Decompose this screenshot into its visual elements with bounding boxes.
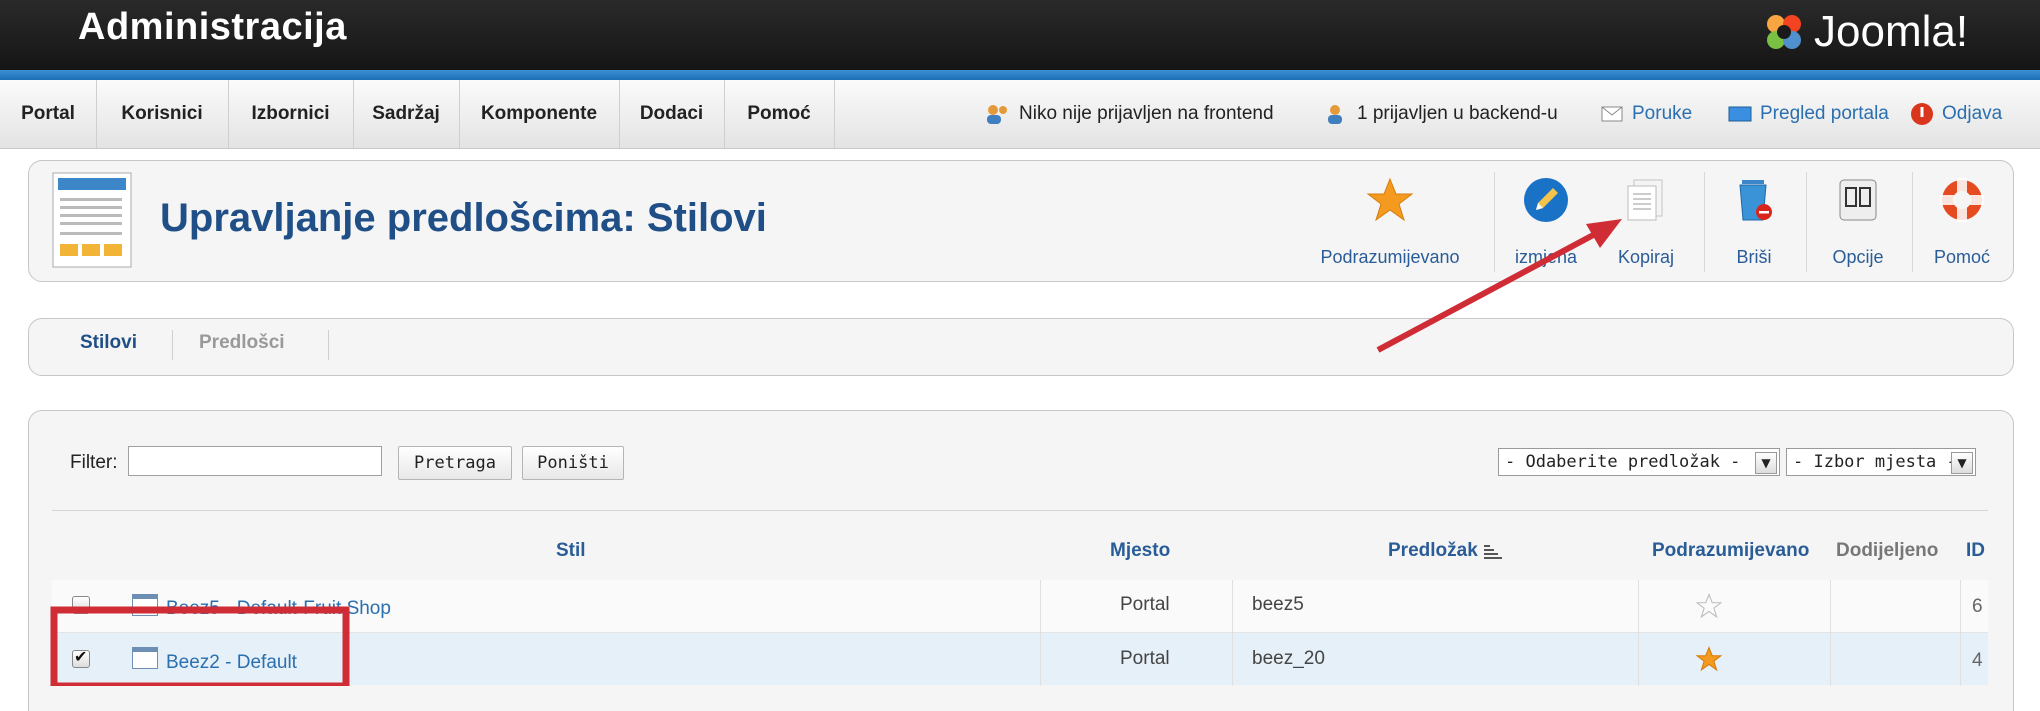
column-divider <box>1232 580 1233 686</box>
style-icon <box>132 647 158 669</box>
subtabs-panel <box>28 318 2014 376</box>
default-button[interactable]: Podrazumijevano <box>1300 176 1480 272</box>
copy-button[interactable]: Kopiraj <box>1606 176 1686 272</box>
delete-button[interactable]: Briši <box>1714 176 1794 272</box>
column-divider <box>1830 580 1831 686</box>
edit-button[interactable]: izmjena <box>1504 176 1588 272</box>
star-outline-icon[interactable] <box>1696 593 1722 619</box>
filter-input[interactable] <box>128 446 382 476</box>
preview-label: Pregled portala <box>1760 103 1889 124</box>
brand-name: Joomla! <box>1814 7 1969 56</box>
style-icon <box>132 594 158 616</box>
style-link[interactable]: Beez2 - Default <box>166 652 297 674</box>
toolbar-divider <box>1806 172 1807 272</box>
options-icon <box>1839 179 1877 221</box>
chevron-down-icon: ▼ <box>1755 452 1777 474</box>
search-button[interactable]: Pretraga <box>398 446 512 480</box>
id-cell: 6 <box>1972 596 1983 617</box>
tab-stilovi[interactable]: Stilovi <box>80 332 137 354</box>
main-menubar: Portal Korisnici Izbornici Sadržaj Kompo… <box>0 80 2040 149</box>
template-cell: beez5 <box>1252 594 1304 615</box>
delete-label: Briši <box>1736 247 1772 267</box>
users-icon <box>987 105 1007 124</box>
toolbar-divider <box>1494 172 1495 272</box>
menu-komponente[interactable]: Komponente <box>459 80 620 148</box>
copy-icon <box>1627 179 1663 221</box>
template-cell: beez_20 <box>1252 648 1325 669</box>
column-header-template-label: Predložak <box>1388 540 1478 561</box>
column-divider <box>1638 580 1639 686</box>
messages-label: Poruke <box>1632 103 1693 124</box>
reset-button[interactable]: Poništi <box>522 446 624 480</box>
location-cell: Portal <box>1120 648 1170 669</box>
menu-dodaci[interactable]: Dodaci <box>619 80 725 148</box>
header-stripe <box>0 70 2040 80</box>
column-header-template[interactable]: Predložak <box>1388 540 1504 562</box>
menu-korisnici[interactable]: Korisnici <box>96 80 229 148</box>
trash-icon <box>1739 180 1772 221</box>
column-header-default[interactable]: Podrazumijevano <box>1652 540 1809 562</box>
monitor-icon <box>1728 106 1752 122</box>
menu-pomoc[interactable]: Pomoć <box>724 80 835 148</box>
copy-label: Kopiraj <box>1617 247 1675 267</box>
user-icon <box>1328 105 1342 124</box>
pencil-icon <box>1524 178 1568 222</box>
sort-icon <box>1483 545 1502 559</box>
id-cell: 4 <box>1972 650 1983 671</box>
options-button[interactable]: Opcije <box>1816 176 1900 272</box>
template-select[interactable]: - Odaberite predložak - ▼ <box>1498 448 1780 476</box>
column-header-location[interactable]: Mjesto <box>1110 540 1170 562</box>
edit-label: izmjena <box>1514 247 1578 267</box>
tab-predlosci[interactable]: Predlošci <box>199 332 285 354</box>
style-link[interactable]: Beez5 - Default-Fruit Shop <box>166 598 391 620</box>
logout-link[interactable]: Odjava <box>1910 80 2002 148</box>
joomla-logo: Joomla! <box>1760 2 1968 62</box>
help-label: Pomoć <box>1933 247 1991 267</box>
backend-status: 1 prijavljen u backend-u <box>1323 80 1558 148</box>
row-checkbox[interactable] <box>72 647 90 668</box>
page-title: Upravljanje predlošcima: Stilovi <box>160 196 767 240</box>
frontend-status: Niko nije prijavljen na frontend <box>985 80 1274 148</box>
position-select[interactable]: - Izbor mjesta - ▼ <box>1786 448 1976 476</box>
filter-divider <box>52 510 1988 511</box>
chevron-down-icon: ▼ <box>1951 452 1973 474</box>
position-select-value: - Izbor mjesta - <box>1793 452 1957 472</box>
help-button[interactable]: Pomoć <box>1920 176 2004 272</box>
messages-link[interactable]: Poruke <box>1600 80 1692 148</box>
row-checkbox[interactable] <box>72 596 90 614</box>
filter-label: Filter: <box>70 452 118 473</box>
menu-izbornici[interactable]: Izbornici <box>228 80 354 148</box>
preview-link[interactable]: Pregled portala <box>1728 80 1889 148</box>
default-label: Podrazumijevano <box>1320 247 1460 267</box>
template-styles-icon <box>52 172 132 268</box>
admin-title: Administracija <box>78 6 347 48</box>
column-divider <box>1040 580 1041 686</box>
admin-header: Administracija Joomla! <box>0 0 2040 70</box>
star-icon[interactable] <box>1696 646 1722 672</box>
joomla-logo-icon <box>1767 15 1801 49</box>
tab-divider <box>172 330 173 360</box>
column-divider <box>1960 580 1961 686</box>
star-icon <box>1366 177 1414 222</box>
backend-status-label: 1 prijavljen u backend-u <box>1357 103 1558 124</box>
template-select-value: - Odaberite predložak - <box>1505 452 1741 472</box>
toolbar-divider <box>1912 172 1913 272</box>
mail-icon <box>1601 106 1623 122</box>
column-header-assigned: Dodijeljeno <box>1836 540 1939 561</box>
tab-divider <box>328 330 329 360</box>
logout-label: Odjava <box>1942 103 2003 124</box>
power-icon <box>1911 103 1933 125</box>
frontend-status-label: Niko nije prijavljen na frontend <box>1019 103 1274 124</box>
column-header-id[interactable]: ID <box>1966 540 1985 562</box>
column-header-style[interactable]: Stil <box>556 540 586 562</box>
menu-sadrzaj[interactable]: Sadržaj <box>353 80 460 148</box>
options-label: Opcije <box>1832 247 1884 267</box>
location-cell: Portal <box>1120 594 1170 615</box>
help-lifebuoy-icon <box>1940 178 1984 222</box>
menu-portal[interactable]: Portal <box>0 80 97 148</box>
toolbar-divider <box>1704 172 1705 272</box>
